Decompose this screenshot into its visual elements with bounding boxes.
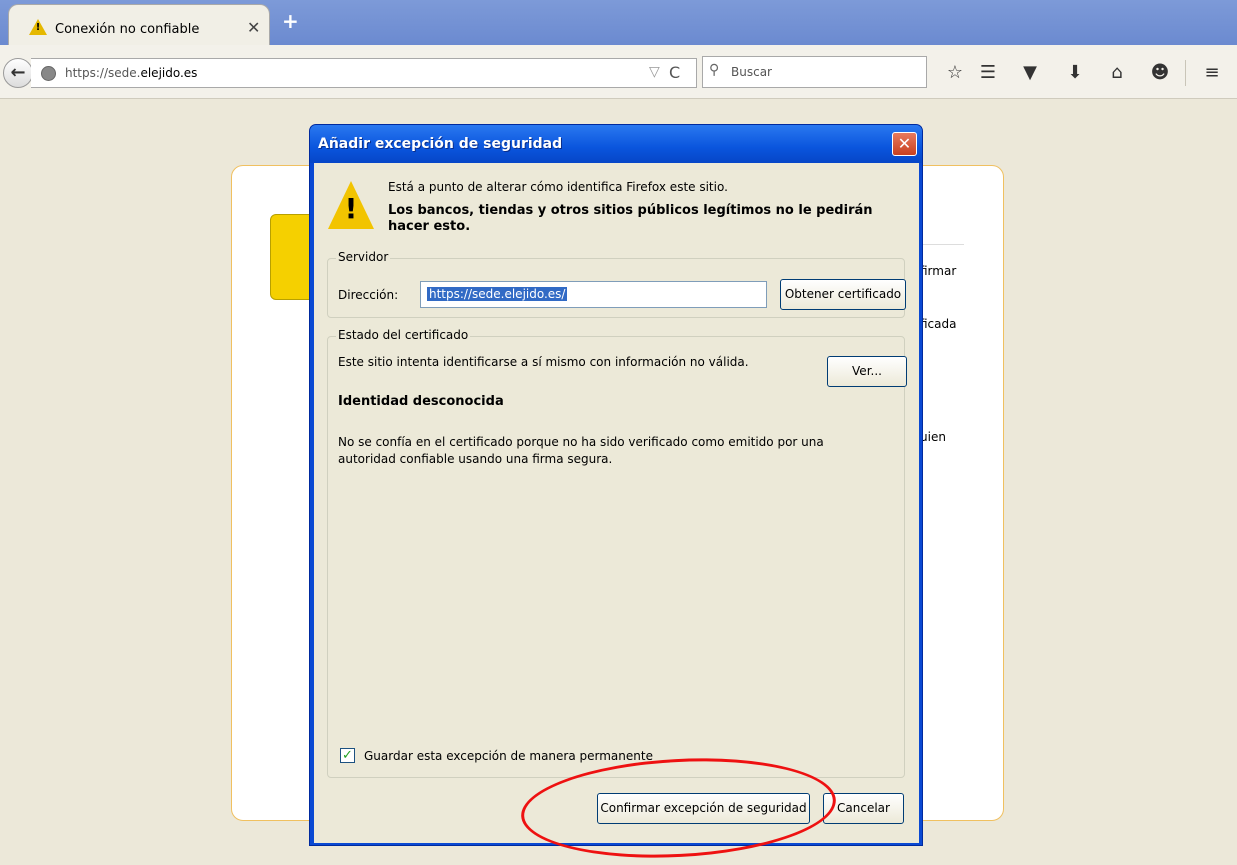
dialog-titlebar[interactable]: Añadir excepción de seguridad ✕ [310, 125, 922, 163]
hello-icon[interactable]: ☻ [1149, 63, 1171, 85]
search-bar[interactable]: ⚲ Buscar [702, 56, 927, 88]
address-input[interactable]: https://sede.elejido.es/ [420, 281, 767, 308]
permanent-exception-checkbox[interactable]: ✓ [340, 748, 355, 763]
permanent-exception-label[interactable]: Guardar esta excepción de manera permane… [364, 749, 653, 763]
address-value: https://sede.elejido.es/ [427, 287, 568, 301]
reading-list-icon[interactable]: ☰ [977, 63, 999, 85]
search-placeholder: Buscar [731, 65, 772, 79]
back-button[interactable]: ← [3, 58, 33, 88]
background-text-fragment: ficada [920, 317, 957, 331]
download-icon[interactable]: ⬇ [1064, 63, 1086, 85]
url-domain: elejido.es [140, 66, 198, 80]
navigation-toolbar: ← https://sede.elejido.es ▽ C ⚲ Buscar ☆… [0, 45, 1237, 99]
dialog-title: Añadir excepción de seguridad [318, 136, 563, 152]
warning-message: Está a punto de alterar cómo identifica … [388, 180, 728, 194]
home-icon[interactable]: ⌂ [1106, 63, 1128, 85]
address-label: Dirección: [338, 288, 399, 302]
globe-icon [41, 66, 56, 81]
url-bar[interactable]: https://sede.elejido.es ▽ C [31, 58, 697, 88]
tab-untrusted-connection[interactable]: ! Conexión no confiable ✕ [8, 4, 270, 45]
add-security-exception-dialog: Añadir excepción de seguridad ✕ ! Está a… [309, 124, 923, 846]
toolbar-separator [1185, 60, 1186, 86]
server-group: Servidor Dirección: https://sede.elejido… [327, 250, 906, 318]
close-tab-icon[interactable]: ✕ [247, 18, 260, 37]
server-legend: Servidor [336, 250, 391, 264]
url-text[interactable]: https://sede.elejido.es [65, 66, 197, 80]
menu-icon[interactable]: ≡ [1201, 63, 1223, 85]
warning-icon-mark: ! [35, 22, 41, 33]
search-icon: ⚲ [709, 62, 720, 78]
view-certificate-button[interactable]: Ver... [827, 356, 907, 387]
history-dropdown-icon[interactable]: ▽ [649, 64, 660, 80]
identity-heading: Identidad desconocida [338, 394, 504, 409]
background-text-fragment: firmar [920, 264, 957, 278]
new-tab-icon[interactable]: + [282, 11, 300, 32]
certificate-status-text: Este sitio intenta identificarse a sí mi… [338, 355, 749, 369]
certificate-description: No se confía en el certificado porque no… [338, 435, 824, 466]
pocket-icon[interactable]: ▼ [1019, 63, 1041, 85]
certificate-status-legend: Estado del certificado [336, 328, 471, 342]
divider [920, 244, 964, 245]
background-text-fragment: uien [920, 430, 946, 444]
reload-icon[interactable]: C [669, 63, 680, 82]
warning-icon-mark: ! [344, 192, 358, 225]
close-dialog-button[interactable]: ✕ [892, 132, 917, 156]
dialog-body: ! Está a punto de alterar cómo identific… [314, 163, 919, 843]
tab-strip: ! Conexión no confiable ✕ + [0, 0, 1237, 45]
bookmark-star-icon[interactable]: ☆ [944, 63, 966, 85]
url-prefix: https://sede. [65, 66, 141, 80]
certificate-status-group: Estado del certificado Este sitio intent… [327, 328, 907, 778]
tab-title: Conexión no confiable [55, 22, 200, 37]
warning-message-bold: Los bancos, tiendas y otros sitios públi… [388, 203, 873, 234]
get-certificate-button[interactable]: Obtener certificado [780, 279, 906, 310]
